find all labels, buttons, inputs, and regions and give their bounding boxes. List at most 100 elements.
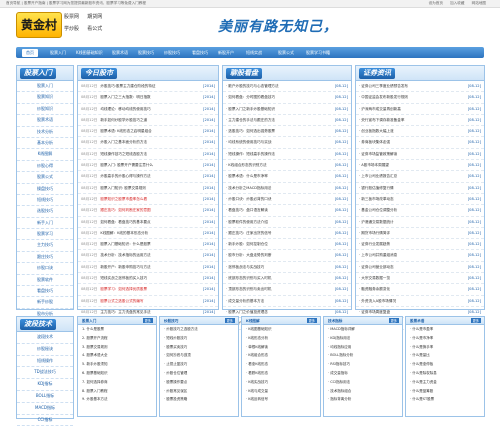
news-title[interactable]: 均线理论：移动均线的使用技巧: [100, 107, 150, 111]
news-row[interactable]: 08月12日 股票公式之选股公式的编写 [2014]: [78, 296, 218, 307]
news-title[interactable]: · 证券行业发展趋势: [359, 242, 390, 246]
sidebar-bottom-item[interactable]: 短线操作: [17, 356, 73, 368]
news-title[interactable]: 股票入门知识: 股票交易规则: [100, 186, 145, 190]
news-title[interactable]: 股票术语: K线形态之启明星组合: [100, 129, 151, 133]
news-title[interactable]: · 证券公司三季度业绩预告发布: [359, 84, 408, 88]
news-row[interactable]: · 沪港通交易数据统计 [08-12]: [356, 217, 484, 228]
news-row[interactable]: 08月12日 跟庄技巧：如何判断庄家的意图 [2014]: [78, 205, 218, 217]
news-title[interactable]: · 沪港通交易数据统计: [359, 220, 394, 224]
news-title[interactable]: · 基金公司仓位调整分析: [359, 208, 397, 212]
news-title[interactable]: · 看盘技巧：盘口语言解读: [226, 208, 268, 212]
bottom-panel-item[interactable]: · K线组合形态: [242, 351, 320, 360]
news-title[interactable]: · 股票软件的使用方法介绍: [226, 220, 268, 224]
news-title[interactable]: K线图解：K线的基本形态分析: [100, 231, 148, 235]
news-title[interactable]: · 期货市场行情简评: [359, 231, 390, 235]
bottom-panel-item[interactable]: · KDJ指标用法: [324, 334, 402, 343]
news-row[interactable]: · 主力建仓的手法与跟庄的方法 [08-12]: [223, 115, 351, 127]
nav-item-10[interactable]: 股票学习书籍: [306, 50, 330, 56]
bottom-panel-item[interactable]: · CCI指标用法: [324, 378, 402, 387]
news-title[interactable]: 跟庄技巧：如何判断庄家的意图: [100, 208, 150, 212]
news-row[interactable]: 08月12日 股票术语: K线形态之启明星组合 [2014]: [78, 126, 218, 138]
sidebar-top-item[interactable]: 选股技巧: [17, 206, 73, 218]
bottom-panel-item[interactable]: · 什么是市净率: [406, 334, 484, 343]
sidebar-top-item[interactable]: 新手炒股: [17, 297, 73, 309]
bottom-panel-item[interactable]: · 如何抄底与逃顶: [160, 351, 238, 360]
add-favorite-link[interactable]: 加入收藏: [450, 1, 464, 5]
news-title[interactable]: · 融资融券余额变化: [359, 287, 390, 291]
news-title[interactable]: · 上市公司业绩报告汇总: [359, 174, 397, 178]
news-title[interactable]: · 新三板市场改革动态: [359, 197, 394, 201]
news-title[interactable]: 股票公式之选股公式的编写: [100, 299, 143, 303]
news-title[interactable]: 技术分析：技术指标的运用方法: [100, 253, 150, 257]
news-title[interactable]: · 股市分析：大盘走势的判断: [226, 253, 271, 257]
sidebar-bottom-item[interactable]: CCI指标: [17, 415, 73, 426]
news-row[interactable]: 08月12日 炒股入门之基本面分析的方法 [2014]: [78, 137, 218, 149]
news-row[interactable]: · 股票入门之新手炒股基础知识 [08-12]: [223, 104, 351, 115]
bottom-panel-item[interactable]: 8. 股票入门教程: [78, 387, 156, 396]
nav-item-6[interactable]: 看盘技巧: [192, 50, 208, 56]
news-title[interactable]: · 选股技巧：如何选出强势股票: [226, 129, 275, 133]
nav-item-5[interactable]: 炒股技巧: [164, 50, 180, 56]
news-row[interactable]: · 券商板块集体走强 [08-12]: [356, 137, 484, 149]
news-row[interactable]: · 央行宣布下调存款准备金率 [08-12]: [356, 115, 484, 127]
news-row[interactable]: 08月12日 新股开户：新股申购技巧与方法 [2014]: [78, 262, 218, 274]
bottom-panel-item[interactable]: 9. 炒股基本方法: [78, 395, 156, 404]
bottom-panel-item[interactable]: · 单根K线解读: [242, 343, 320, 352]
news-title[interactable]: 炒股高手的炒股心得与操作方法: [100, 174, 150, 178]
nav-item-3[interactable]: 股票术语: [112, 50, 128, 56]
bottom-panel-item[interactable]: · K线实战技巧: [242, 378, 320, 387]
news-row[interactable]: · 底部形态的识别与买入时机 [08-12]: [223, 273, 351, 285]
news-row[interactable]: 08月12日 股票入门基础知识：什么是股票 [2014]: [78, 239, 218, 251]
news-row[interactable]: · 股市分析：大盘走势的判断 [08-12]: [223, 250, 351, 262]
bottom-panel-item[interactable]: · MACD指标详解: [324, 325, 402, 334]
sidebar-top-item[interactable]: 主力技巧: [17, 240, 73, 252]
bottom-panel-item[interactable]: 5. 新手炒股须知: [78, 360, 156, 369]
bottom-panel-item[interactable]: · 什么是市盈率: [406, 325, 484, 334]
bottom-panel-item[interactable]: · 技术指标组合: [324, 387, 402, 396]
nav-item-9[interactable]: 股票公式: [278, 50, 294, 56]
bottom-panel-item[interactable]: · 成交量指标: [324, 369, 402, 378]
news-row[interactable]: · 股票软件的使用方法介绍 [08-12]: [223, 217, 351, 228]
news-title[interactable]: · 成交量分析的基本方法: [226, 299, 264, 303]
news-row[interactable]: · 证券行业发展趋势 [08-12]: [356, 239, 484, 251]
bottom-panel-item[interactable]: · K线与成交量: [242, 387, 320, 396]
sidebar-bottom-item[interactable]: TD战法技巧: [17, 367, 73, 380]
bottom-panel-item[interactable]: · 什么是除权除息: [406, 369, 484, 378]
news-row[interactable]: 08月12日 股票入门之三大指数：明日指数 [2014]: [78, 92, 218, 104]
bottom-panel-item[interactable]: 1. 什么是股票: [78, 325, 156, 334]
news-row[interactable]: · 沪深两市成交量再创新高 [08-12]: [356, 104, 484, 115]
bottom-panel-item[interactable]: · 炒股技巧之选股方法: [160, 325, 238, 334]
news-row[interactable]: 08月12日 炒股高手的炒股心得与操作方法 [2014]: [78, 171, 218, 183]
bottom-panel-item[interactable]: · 指标背离分析: [324, 395, 402, 404]
bottom-panel-item[interactable]: · RSI指标技巧: [324, 360, 402, 369]
news-title[interactable]: · 券商板块集体走强: [359, 140, 390, 144]
news-title[interactable]: 如何看盘：看盘技巧的基本要点: [100, 220, 150, 224]
news-title[interactable]: · 大宗交易数据一览: [359, 276, 390, 280]
news-row[interactable]: 08月12日 如何看盘：看盘技巧的基本要点 [2014]: [78, 217, 218, 228]
sidebar-top-item[interactable]: 股票公式: [17, 172, 73, 184]
header-link-stock[interactable]: 股票网: [64, 13, 86, 20]
news-row[interactable]: · 上市公司业绩报告汇总 [08-12]: [356, 171, 484, 183]
sidebar-top-item[interactable]: 基本分析: [17, 138, 73, 150]
news-row[interactable]: · 上市公司并购重组消息 [08-12]: [356, 250, 484, 262]
bottom-panel-item[interactable]: · 股票操作要点: [160, 378, 238, 387]
news-title[interactable]: · 外资流入A股市场情况: [359, 299, 396, 303]
news-title[interactable]: · 涨停板战法与实战技巧: [226, 265, 264, 269]
news-title[interactable]: 主力技巧：主力洗盘的常见手法: [100, 310, 150, 314]
bottom-panel-item[interactable]: · K线形态分析: [242, 334, 320, 343]
news-title[interactable]: · 新手炒股：如何控制仓位: [226, 242, 268, 246]
news-title[interactable]: 新手如何炒股学炒股技巧之道: [100, 118, 147, 122]
sidebar-top-item[interactable]: 股票术语: [17, 115, 73, 127]
news-title[interactable]: 新股开户：新股申购技巧与方法: [100, 265, 150, 269]
bottom-panel-item[interactable]: · 什么是量比: [406, 351, 484, 360]
sidebar-top-item[interactable]: 股票知识: [17, 92, 73, 104]
news-title[interactable]: · 沪深两市成交量再创新高: [359, 107, 401, 111]
sidebar-top-item[interactable]: 炒股心得: [17, 161, 73, 173]
news-row[interactable]: 08月12日 均线理论：移动均线的使用技巧 [2014]: [78, 104, 218, 115]
news-title[interactable]: · 股票入门之价值投资理念: [226, 310, 268, 314]
news-title[interactable]: · 股票入门之新手炒股基础知识: [226, 107, 275, 111]
news-title[interactable]: · K线组合形态的识别方法: [226, 163, 267, 167]
set-homepage-link[interactable]: 设为首页: [429, 1, 443, 5]
bottom-panel-item[interactable]: 2. 股票开户流程: [78, 334, 156, 343]
bottom-panel-item[interactable]: 7. 如何选择券商: [78, 378, 156, 387]
